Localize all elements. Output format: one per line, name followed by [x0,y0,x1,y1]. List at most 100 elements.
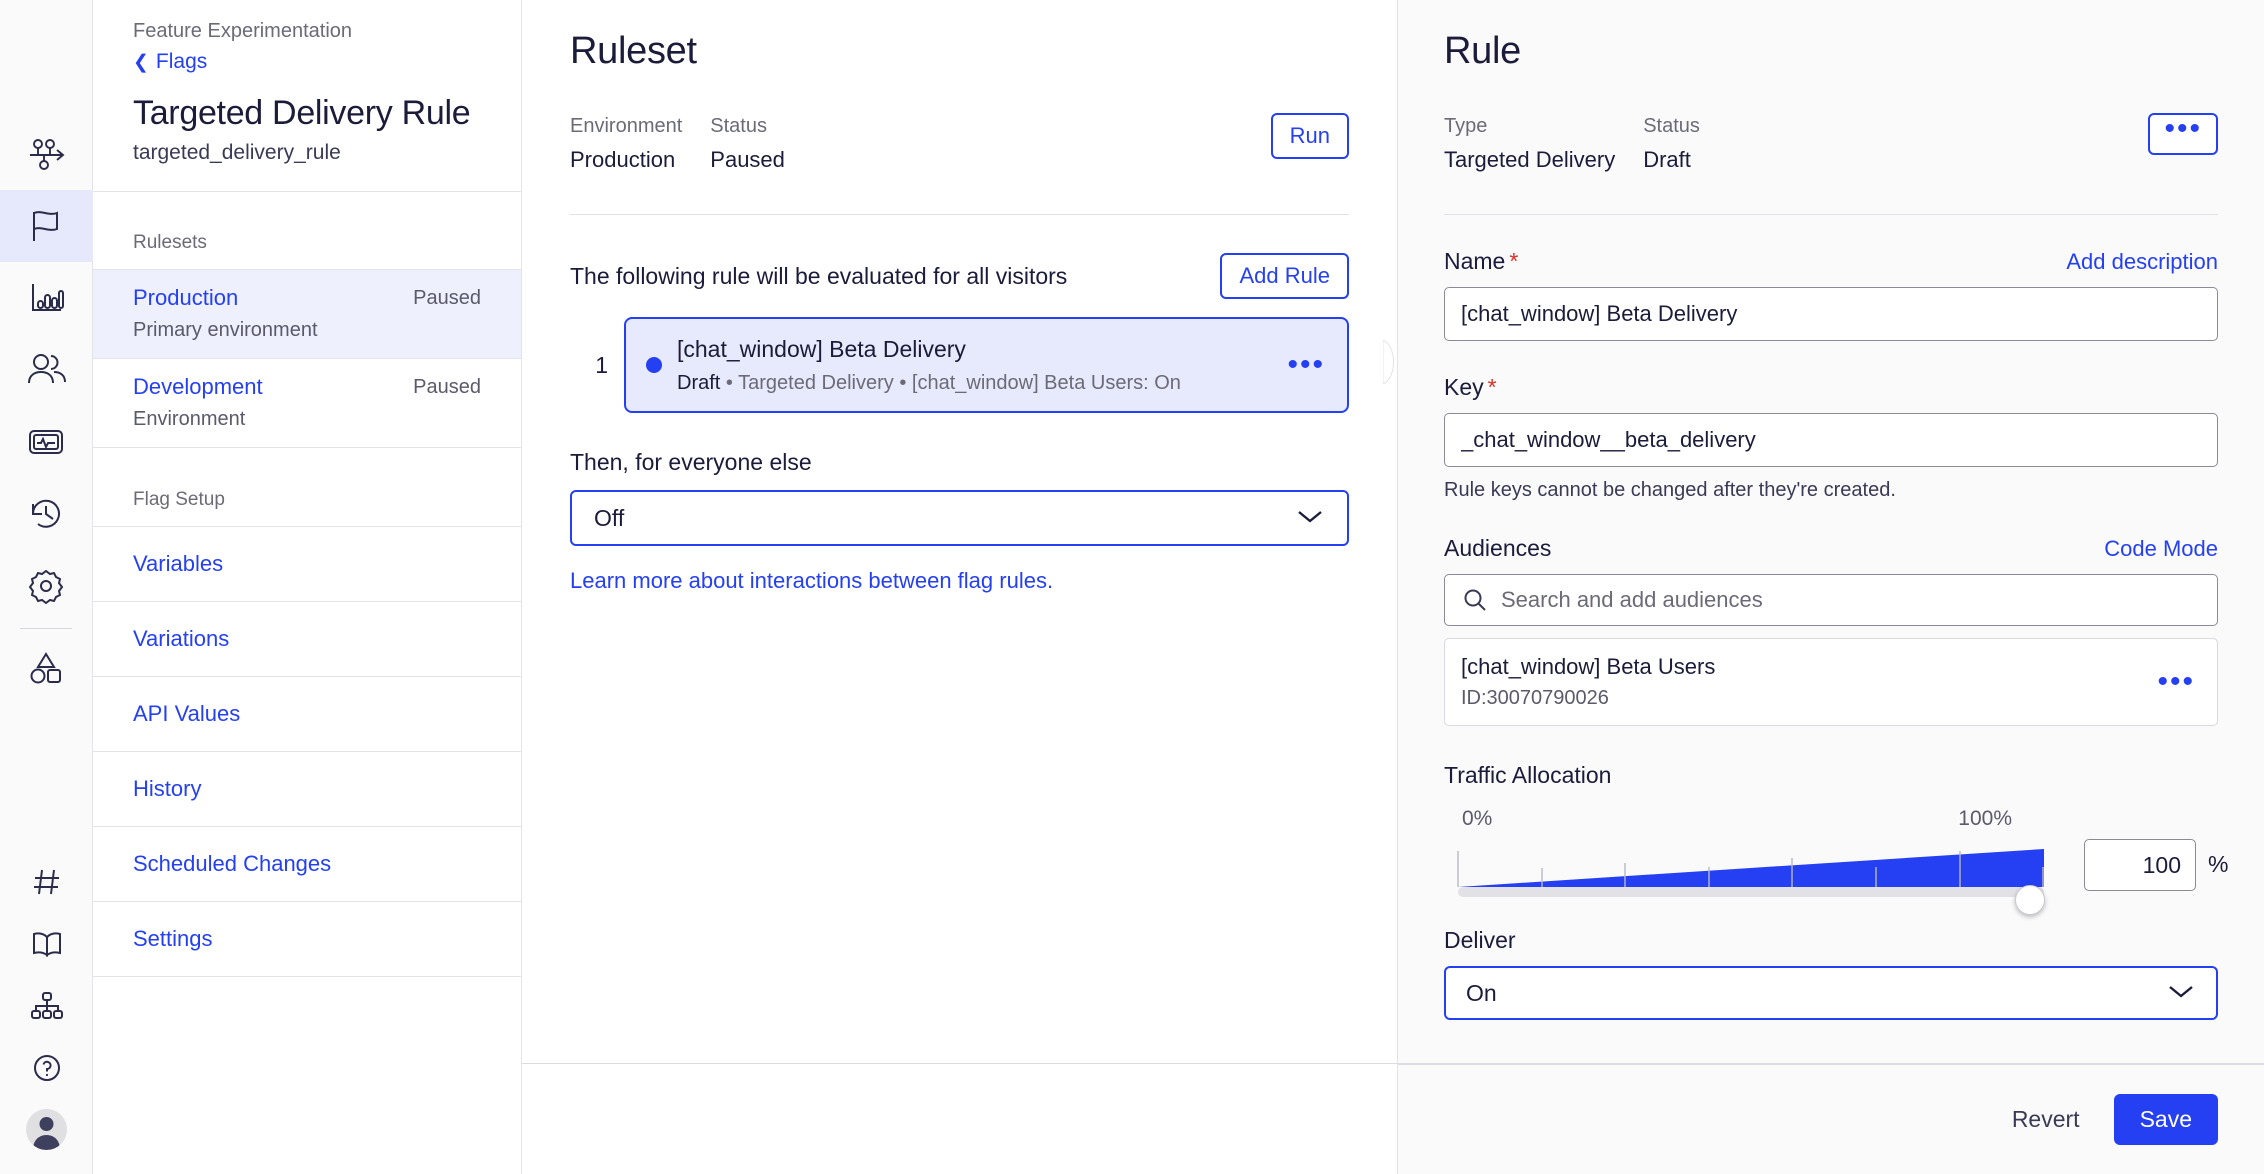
rail-item-help[interactable] [0,1037,93,1099]
run-button[interactable]: Run [1271,113,1349,159]
code-mode-link[interactable]: Code Mode [2104,536,2218,562]
key-label: Key [1444,374,1484,400]
sidebar-item-desc: Primary environment [133,317,318,343]
rail-item-channels[interactable] [0,851,93,913]
sidebar-item-label: History [133,776,481,802]
rule-sep-2: • [899,372,906,394]
rail-item-catalog[interactable] [0,631,93,703]
rule-name-input[interactable] [1444,287,2218,341]
ruleset-status-label: Status [710,113,785,139]
deliver-select[interactable]: On [1444,966,2218,1020]
audience-search-wrap [1444,574,2218,626]
help-circle-icon [27,1048,67,1088]
rule-status-label: Status [1643,113,1700,139]
audience-texts: [chat_window] Beta Users ID:30070790026 [1461,652,1715,711]
back-to-flags-link[interactable]: ❮ Flags [133,46,481,78]
audience-menu-icon[interactable]: ••• [2157,675,2195,689]
rail-item-flags[interactable] [0,190,93,262]
rule-status-dot-icon [646,357,662,373]
rule-divider [1444,214,2218,215]
rule-sep-1: • [726,372,733,394]
key-field-header: Key* [1444,374,2218,401]
key-label-group: Key* [1444,374,1497,401]
rail-item-history[interactable] [0,478,93,550]
sidebar-item-production[interactable]: Production Primary environment Paused [93,269,521,358]
fallthrough-select-value: Off [594,505,624,532]
rule-type-label: Type [1444,113,1615,139]
rule-card-audience: [chat_window] Beta Users: On [912,372,1181,394]
app-root: Feature Experimentation ❮ Flags Targeted… [0,0,2264,1174]
traffic-allocation-label: Traffic Allocation [1444,762,2218,789]
sidebar-item-history[interactable]: History [93,751,521,826]
traffic-slider[interactable]: 0% 100% [1444,807,2064,899]
sidebar-item-api-values[interactable]: API Values [93,676,521,751]
ruleset-divider [570,214,1349,215]
name-label: Name [1444,248,1505,274]
learn-more-link[interactable]: Learn more about interactions between fl… [570,568,1349,594]
rule-type-value: Targeted Delivery [1444,146,1615,174]
status-badge: Paused [413,283,481,310]
rule-index: 1 [570,352,608,379]
fallthrough-select[interactable]: Off [570,490,1349,546]
rule-card-menu-icon[interactable]: ••• [1287,358,1325,372]
sidebar-item-label: Development [133,372,263,402]
history-clock-icon [23,491,69,537]
audience-item[interactable]: [chat_window] Beta Users ID:30070790026 … [1444,638,2218,726]
rule-card[interactable]: [chat_window] Beta Delivery Draft • Targ… [624,317,1349,413]
rail-item-structure[interactable] [0,975,93,1037]
rail-item-monitoring[interactable] [0,406,93,478]
rail-item-settings[interactable] [0,550,93,622]
sidebar-item-development[interactable]: Development Environment Paused [93,358,521,447]
audience-id: ID:30070790026 [1461,685,1715,711]
flag-icon [23,203,69,249]
audiences-header: Audiences Code Mode [1444,535,2218,562]
sidebar-item-settings[interactable]: Settings [93,901,521,976]
sidebar-divider-bottom [93,976,521,978]
ruleset-environment-label: Environment [570,113,682,139]
ruleset-status: Status Paused [710,113,785,174]
status-badge: Paused [413,372,481,399]
icon-rail-bottom-group [0,851,93,1174]
sidebar-group-rulesets-label: Rulesets [93,192,521,269]
traffic-percent-input[interactable] [2084,839,2196,891]
rail-item-audiences[interactable] [0,334,93,406]
audience-search-input[interactable] [1444,574,2218,626]
percent-sign-label: % [2208,851,2228,878]
sidebar-item-scheduled-changes[interactable]: Scheduled Changes [93,826,521,901]
sidebar-item-variations[interactable]: Variations [93,601,521,676]
sidebar-item-label: Settings [133,926,481,952]
add-rule-button[interactable]: Add Rule [1220,253,1349,299]
back-link-label: Flags [156,46,207,78]
avatar[interactable] [26,1109,67,1150]
rule-detail-footer: Revert Save [1398,1064,2264,1174]
ruleset-environment: Environment Production [570,113,682,174]
rule-meta: Type Targeted Delivery Status Draft ••• [1444,113,2218,174]
rule-card-subtitle: Draft • Targeted Delivery • [chat_window… [677,370,1287,396]
add-description-link[interactable]: Add description [2066,249,2218,275]
sidebar-item-desc: Environment [133,406,263,432]
revert-button[interactable]: Revert [2006,1096,2086,1143]
ruleset-meta: Environment Production Status Paused Run [570,113,1349,174]
ruleset-eval-row: The following rule will be evaluated for… [570,253,1349,299]
sidebar-item-variables[interactable]: Variables [93,526,521,601]
name-label-group: Name* [1444,248,1518,275]
save-button[interactable]: Save [2114,1094,2218,1145]
required-asterisk: * [1509,248,1518,274]
audience-name: [chat_window] Beta Users [1461,652,1715,682]
rule-card-name: [chat_window] Beta Delivery [677,333,1287,365]
chevron-down-icon [2166,982,2196,1005]
page-key: targeted_delivery_rule [133,141,481,165]
rule-panel-title: Rule [1444,30,2218,73]
footer-separator [522,1063,2264,1064]
rule-overflow-menu-button[interactable]: ••• [2148,113,2218,155]
traffic-slider-thumb[interactable] [2015,885,2045,915]
rule-status-value: Draft [1643,146,1700,174]
rail-item-docs[interactable] [0,913,93,975]
rail-item-reports[interactable] [0,262,93,334]
audiences-label: Audiences [1444,535,1551,562]
rail-item-experiments[interactable] [0,118,93,190]
breadcrumb-product: Feature Experimentation [133,16,481,46]
rule-key-input[interactable] [1444,413,2218,467]
search-icon [1462,587,1488,618]
rule-card-type: Targeted Delivery [738,372,894,394]
